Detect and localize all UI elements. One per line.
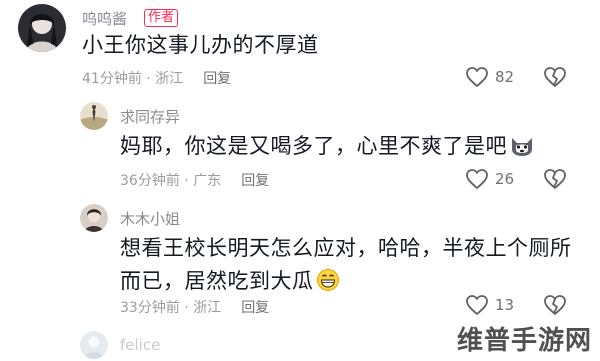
username[interactable]: 木木小姐 — [120, 208, 180, 229]
comment-time-location: 36分钟前 · 广东 — [120, 173, 222, 189]
user-avatar-icon — [80, 102, 108, 130]
comment-time-location: 33分钟前 · 浙江 — [120, 300, 222, 316]
comment-meta: 33分钟前 · 浙江 回复 — [120, 297, 269, 317]
username[interactable]: felice — [120, 336, 160, 354]
dislike-icon[interactable] — [543, 294, 567, 316]
avatar-reply[interactable] — [80, 204, 108, 232]
reply-button[interactable]: 回复 — [203, 68, 231, 88]
reply-button[interactable]: 回复 — [241, 170, 269, 190]
comment-meta: 41分钟前 · 浙江 回复 — [82, 68, 231, 88]
dislike-icon[interactable] — [543, 168, 567, 190]
username[interactable]: 求同存异 — [120, 106, 180, 127]
comment-text-content: 妈耶，你这是又喝多了，心里不爽了是吧 — [120, 134, 507, 158]
avatar-reply[interactable] — [80, 331, 108, 359]
comment-text: 小王你这事儿办的不厚道 — [82, 33, 319, 57]
comment-location: 广东 — [193, 173, 222, 189]
avatar-author[interactable] — [18, 4, 66, 52]
comment-time-location: 41分钟前 · 浙江 — [82, 71, 184, 87]
reply-button[interactable]: 回复 — [241, 297, 269, 317]
avatar-reply[interactable] — [80, 102, 108, 130]
watermark: 维普手游网 — [456, 326, 592, 356]
comment-time: 36分钟前 — [120, 173, 180, 189]
comment-location: 浙江 — [155, 71, 184, 87]
comment-text: 想看王校长明天怎么应对，哈哈，半夜上个厕所 而已，居然吃到大瓜 — [120, 232, 572, 302]
like-button[interactable]: 26 — [465, 168, 514, 190]
comment-text: 妈耶，你这是又喝多了，心里不爽了是吧 — [120, 130, 535, 167]
user-avatar-icon — [80, 331, 108, 359]
like-button[interactable]: 82 — [465, 66, 514, 88]
comment-text-line: 而已，居然吃到大瓜 — [120, 269, 314, 293]
comment-time: 33分钟前 — [120, 300, 180, 316]
comment-meta: 36分钟前 · 广东 回复 — [120, 170, 269, 190]
like-count: 26 — [495, 170, 515, 188]
like-count: 82 — [495, 68, 515, 86]
author-badge: 作者 — [144, 9, 179, 27]
dislike-icon[interactable] — [543, 66, 567, 88]
heart-icon — [465, 294, 489, 316]
user-avatar-icon — [18, 4, 66, 52]
comment-text-line: 想看王校长明天怎么应对，哈哈，半夜上个厕所 — [120, 236, 572, 260]
user-avatar-icon — [80, 204, 108, 232]
like-count: 13 — [495, 296, 515, 314]
husky-emoji-icon — [509, 134, 535, 167]
grin-emoji-icon — [316, 268, 340, 302]
like-button[interactable]: 13 — [465, 294, 514, 316]
heart-icon — [465, 168, 489, 190]
comment-location: 浙江 — [193, 300, 222, 316]
heart-icon — [465, 66, 489, 88]
comment-time: 41分钟前 — [82, 71, 142, 87]
username[interactable]: 呜呜酱 — [82, 8, 127, 29]
